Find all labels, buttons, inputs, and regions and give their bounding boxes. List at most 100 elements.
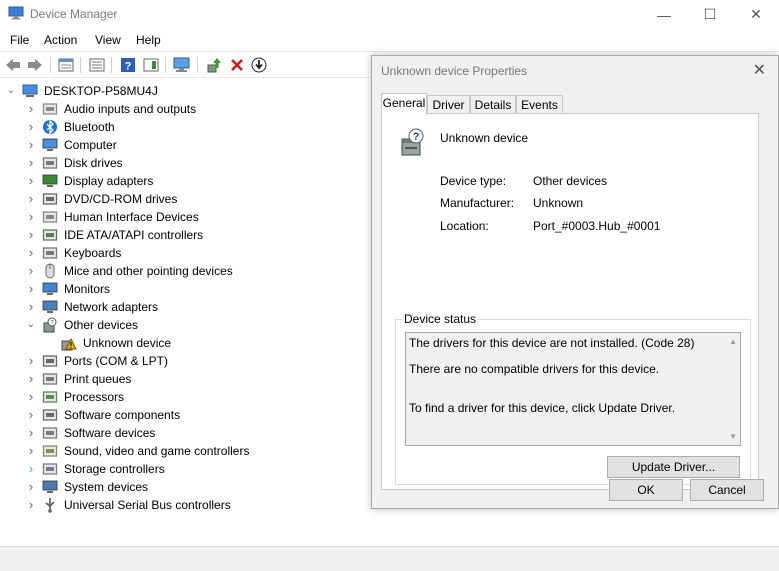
- tree-category-item[interactable]: › Ports (COM & LPT): [0, 352, 370, 370]
- tree-category-item[interactable]: › DVD/CD-ROM drives: [0, 190, 370, 208]
- maximize-button[interactable]: ☐: [687, 0, 733, 29]
- menu-action[interactable]: Action: [44, 33, 77, 47]
- chevron-right-icon[interactable]: ›: [26, 138, 36, 151]
- device-status-textbox[interactable]: The drivers for this device are not inst…: [405, 332, 741, 446]
- tree-category-item[interactable]: › Bluetooth: [0, 118, 370, 136]
- hid-icon: [42, 211, 58, 223]
- chevron-right-icon[interactable]: ›: [26, 426, 36, 439]
- chevron-down-icon[interactable]: ⌄: [26, 320, 36, 330]
- tab-details[interactable]: Details: [470, 95, 516, 114]
- tab-general[interactable]: General: [381, 93, 427, 115]
- software-component-icon: [42, 409, 58, 421]
- chevron-down-icon[interactable]: ⌄: [6, 86, 16, 96]
- tab-events[interactable]: Events: [516, 95, 563, 114]
- cancel-button[interactable]: Cancel: [690, 479, 764, 501]
- chevron-right-icon[interactable]: ›: [26, 390, 36, 403]
- chevron-right-icon[interactable]: ›: [26, 174, 36, 187]
- tree-root[interactable]: ⌄ DESKTOP-P58MU4J: [0, 82, 370, 100]
- keyboard-icon: [42, 247, 58, 259]
- dialog-close-icon[interactable]: ✕: [753, 60, 766, 80]
- tab-driver[interactable]: Driver: [427, 95, 470, 114]
- tree-category-item[interactable]: › Monitors: [0, 280, 370, 298]
- tree-category-item[interactable]: › Computer: [0, 136, 370, 154]
- window-title: Device Manager: [30, 7, 118, 21]
- chevron-right-icon[interactable]: ›: [26, 354, 36, 367]
- ide-icon: [42, 229, 58, 241]
- chevron-right-icon[interactable]: ›: [26, 372, 36, 385]
- tree-category-item[interactable]: › Software devices: [0, 424, 370, 442]
- prop-key-location: Location:: [440, 219, 489, 233]
- other-devices-icon: ?: [43, 317, 57, 333]
- tree-category-item[interactable]: › Mice and other pointing devices: [0, 262, 370, 280]
- chevron-right-icon[interactable]: ›: [26, 246, 36, 259]
- scan-hardware-icon[interactable]: [173, 56, 191, 74]
- scroll-up-icon[interactable]: ▲: [729, 337, 737, 346]
- uninstall-x-icon[interactable]: [228, 56, 246, 74]
- chevron-right-icon[interactable]: ›: [26, 228, 36, 241]
- action-pane-icon[interactable]: [142, 56, 160, 74]
- chevron-right-icon[interactable]: ›: [26, 282, 36, 295]
- monitor-icon: [42, 282, 58, 295]
- properties-sheet-icon[interactable]: [57, 56, 75, 74]
- ok-button[interactable]: OK: [609, 479, 683, 501]
- chevron-right-icon[interactable]: ›: [26, 480, 36, 493]
- bluetooth-icon: [43, 119, 57, 135]
- processor-icon: [42, 391, 58, 403]
- tree-category-item[interactable]: › Audio inputs and outputs: [0, 100, 370, 118]
- toolbar-separator: [50, 57, 51, 73]
- minimize-button[interactable]: —: [641, 0, 687, 29]
- tree-item-label: Computer: [64, 138, 117, 152]
- chevron-right-icon[interactable]: ›: [26, 300, 36, 313]
- help-icon[interactable]: ?: [119, 56, 137, 74]
- download-arrow-icon[interactable]: [250, 56, 268, 74]
- tree-category-item[interactable]: › Display adapters: [0, 172, 370, 190]
- tree-category-item[interactable]: › Universal Serial Bus controllers: [0, 496, 370, 514]
- usb-icon: [45, 498, 55, 513]
- tree-category-item[interactable]: › Sound, video and game controllers: [0, 442, 370, 460]
- tree-category-item[interactable]: › IDE ATA/ATAPI controllers: [0, 226, 370, 244]
- tree-category-item[interactable]: › System devices: [0, 478, 370, 496]
- tree-category-item[interactable]: › Network adapters: [0, 298, 370, 316]
- chevron-right-icon[interactable]: ›: [26, 102, 36, 115]
- tree-category-item[interactable]: › Storage controllers: [0, 460, 370, 478]
- tree-category-item[interactable]: › Processors: [0, 388, 370, 406]
- tree-item-label: System devices: [64, 480, 149, 494]
- toolbar-separator: [197, 57, 198, 73]
- status-line-3: To find a driver for this device, click …: [409, 401, 676, 415]
- tree-child-item[interactable]: Unknown device: [0, 334, 370, 352]
- tree-item-label: Software components: [64, 408, 181, 422]
- chevron-right-icon[interactable]: ›: [26, 498, 36, 511]
- device-tree: ⌄ DESKTOP-P58MU4J › Audio inputs and outp…: [0, 79, 370, 544]
- close-button[interactable]: ✕: [733, 0, 779, 29]
- forward-arrow-icon[interactable]: [26, 56, 44, 74]
- update-driver-button[interactable]: Update Driver...: [607, 456, 740, 478]
- menu-view[interactable]: View: [95, 33, 121, 47]
- display-adapter-icon: [42, 174, 58, 187]
- tree-category-item[interactable]: › Human Interface Devices: [0, 208, 370, 226]
- chevron-right-icon[interactable]: ›: [26, 462, 36, 475]
- chevron-right-icon[interactable]: ›: [26, 264, 36, 277]
- update-driver-icon[interactable]: [205, 56, 223, 74]
- toolbar-separator: [80, 57, 81, 73]
- menu-file[interactable]: File: [10, 33, 29, 47]
- tree-category-item[interactable]: › Software components: [0, 406, 370, 424]
- tree-item-label: IDE ATA/ATAPI controllers: [64, 228, 204, 242]
- chevron-right-icon[interactable]: ›: [26, 210, 36, 223]
- network-icon: [42, 300, 58, 313]
- computer-icon: [42, 138, 58, 151]
- tree-category-item[interactable]: › Print queues: [0, 370, 370, 388]
- tree-item-label: Keyboards: [64, 246, 122, 260]
- tree-item-label: Sound, video and game controllers: [64, 444, 250, 458]
- back-arrow-icon[interactable]: [4, 56, 22, 74]
- chevron-right-icon[interactable]: ›: [26, 120, 36, 133]
- scroll-down-icon[interactable]: ▼: [729, 432, 737, 441]
- chevron-right-icon[interactable]: ›: [26, 156, 36, 169]
- menu-help[interactable]: Help: [136, 33, 161, 47]
- tree-category-item[interactable]: › Keyboards: [0, 244, 370, 262]
- tree-category-item[interactable]: ⌄? Other devices: [0, 316, 370, 334]
- list-view-icon[interactable]: [88, 56, 106, 74]
- tree-category-item[interactable]: › Disk drives: [0, 154, 370, 172]
- chevron-right-icon[interactable]: ›: [26, 408, 36, 421]
- chevron-right-icon[interactable]: ›: [26, 192, 36, 205]
- chevron-right-icon[interactable]: ›: [26, 444, 36, 457]
